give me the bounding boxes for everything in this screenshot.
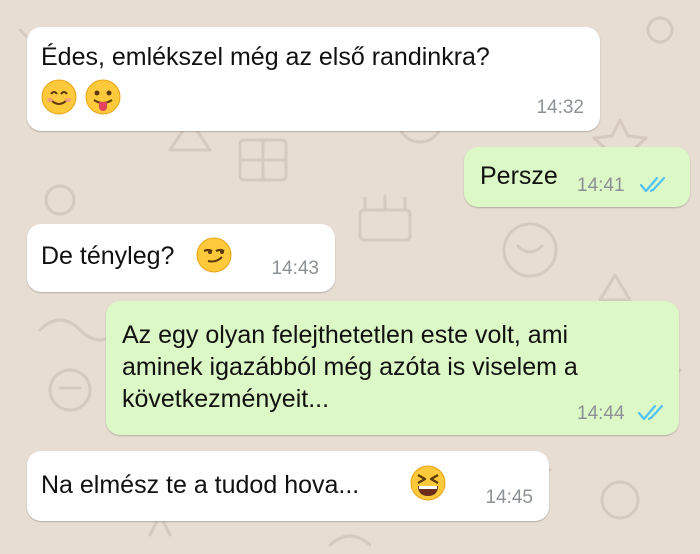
message-bubble-incoming[interactable]: De tényleg? 14:43 [27,224,335,292]
message-timestamp: 14:45 [485,487,533,508]
smiling-face-emoji-icon [41,79,77,123]
message-timestamp: 14:44 [577,403,625,424]
message-text-line: Az egy olyan felejthetetlen este volt, a… [122,321,569,349]
message-bubble-outgoing[interactable]: Az egy olyan felejthetetlen este volt, a… [106,301,679,435]
message-bubble-incoming[interactable]: Na elmész te a tudod hova... 14:45 [27,451,549,521]
smirking-face-emoji-icon [196,237,232,281]
message-timestamp: 14:43 [271,258,319,279]
face-with-tongue-emoji-icon [85,79,121,123]
message-text: Az egy olyan felejthetetlen este volt, a… [122,319,578,415]
message-text-line: következményeit... [122,385,330,413]
message-text: De tényleg? [41,242,175,270]
message-timestamp: 14:32 [536,97,584,118]
double-check-read-icon [639,176,666,193]
message-text: Na elmész te a tudod hova... [41,471,360,499]
message-text-line: aminek igazábból még azóta is viselem a [122,353,578,381]
message-bubble-incoming[interactable]: Édes, emlékszel még az első randinkra? 1… [27,27,600,131]
double-check-read-icon [637,404,664,421]
message-text: Édes, emlékszel még az első randinkra? [41,43,490,71]
message-bubble-outgoing[interactable]: Persze 14:41 [464,147,690,207]
message-text: Persze [480,162,558,190]
grinning-squinting-face-emoji-icon [410,465,446,509]
message-timestamp: 14:41 [577,175,625,196]
